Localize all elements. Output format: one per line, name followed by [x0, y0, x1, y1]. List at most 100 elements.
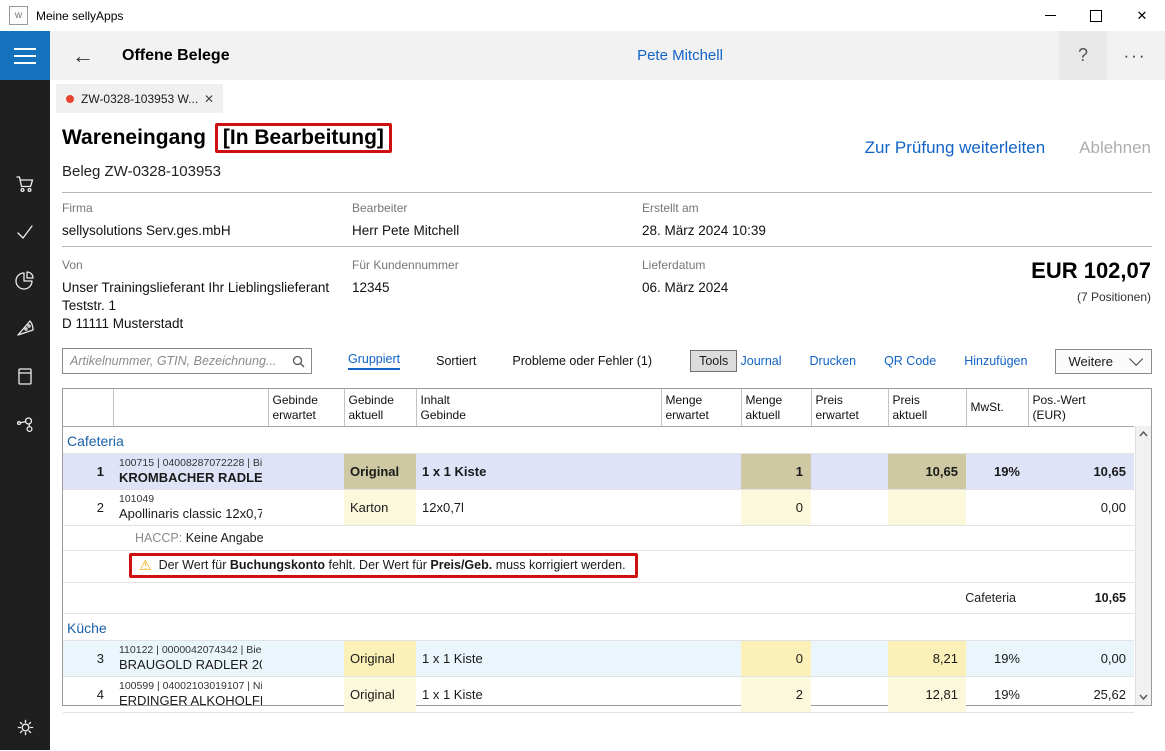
preis-aktuell-cell[interactable]: 10,65	[888, 454, 966, 490]
add-link[interactable]: Hinzufügen	[964, 354, 1027, 368]
tab-strip: ZW-0328-103953 W... ✕	[50, 80, 1165, 113]
field-von: Von Unser Trainingslieferant Ihr Lieblin…	[62, 258, 352, 333]
pos-wert-cell: 10,65	[1028, 454, 1134, 490]
gebinde-erwartet-cell	[268, 641, 344, 677]
tab-close-icon[interactable]: ✕	[204, 92, 214, 106]
field-kundennummer: Für Kundennummer 12345	[352, 258, 642, 333]
menge-aktuell-cell[interactable]: 0	[741, 490, 811, 526]
hamburger-menu-button[interactable]	[0, 31, 50, 80]
menge-aktuell-cell[interactable]: 1	[741, 454, 811, 490]
journal-link[interactable]: Journal	[741, 354, 782, 368]
header-more-button[interactable]: ···	[1113, 31, 1157, 80]
column-header: Menge erwartet	[661, 389, 741, 427]
qr-code-link[interactable]: QR Code	[884, 354, 936, 368]
user-menu[interactable]: Pete Mitchell	[585, 47, 775, 64]
preis-aktuell-cell[interactable]	[888, 490, 966, 526]
table-row[interactable]: 2101049Apollinaris classic 12x0,7l...Kar…	[63, 490, 1134, 526]
reject-link[interactable]: Ablehnen	[1079, 138, 1151, 158]
article-cell[interactable]: 100715 | 04008287072228 | Bier...KROMBAC…	[113, 454, 268, 490]
pos-wert-cell: 25,62	[1028, 677, 1134, 713]
close-icon: ✕	[1137, 9, 1148, 22]
scroll-down-icon[interactable]	[1136, 689, 1151, 705]
vertical-scrollbar[interactable]	[1135, 426, 1151, 705]
inhalt-cell: 1 x 1 Kiste	[416, 677, 661, 713]
app-header: ← Offene Belege Pete Mitchell ? ···	[50, 31, 1165, 80]
article-cell[interactable]: 101049Apollinaris classic 12x0,7l...	[113, 490, 268, 526]
subtotal-value: 10,65	[1028, 583, 1134, 614]
filter-problems[interactable]: Probleme oder Fehler (1)	[512, 354, 652, 368]
preis-aktuell-cell[interactable]: 12,81	[888, 677, 966, 713]
maximize-icon	[1090, 10, 1102, 22]
more-dropdown-label: Weitere	[1068, 354, 1113, 369]
inhalt-cell: 1 x 1 Kiste	[416, 454, 661, 490]
app-window-icon: w	[9, 6, 28, 25]
preis-erwartet-cell	[811, 641, 888, 677]
row-number: 1	[63, 454, 113, 490]
column-header	[113, 389, 268, 427]
status-badge: [In Bearbeitung]	[215, 123, 392, 153]
gebinde-aktuell-cell[interactable]: Karton	[344, 490, 416, 526]
document-title: Wareneingang	[62, 126, 206, 150]
gebinde-aktuell-cell[interactable]: Original	[344, 641, 416, 677]
forward-review-link[interactable]: Zur Prüfung weiterleiten	[865, 138, 1045, 158]
menge-erwartet-cell	[661, 454, 741, 490]
minimize-button[interactable]	[1027, 0, 1073, 31]
tools-button[interactable]: Tools	[690, 350, 737, 372]
cart-icon[interactable]	[0, 160, 50, 208]
gebinde-aktuell-cell[interactable]: Original	[344, 454, 416, 490]
book-icon[interactable]	[0, 352, 50, 400]
pie-chart-icon[interactable]	[0, 256, 50, 304]
mwst-cell	[966, 490, 1028, 526]
checkmark-icon[interactable]	[0, 208, 50, 256]
tab-label: ZW-0328-103953 W...	[81, 92, 198, 106]
more-dropdown-button[interactable]: Weitere	[1055, 349, 1152, 374]
filter-grouped[interactable]: Gruppiert	[348, 352, 400, 370]
gear-icon[interactable]	[0, 703, 50, 751]
total-amount: EUR 102,07	[1031, 258, 1151, 284]
table-row[interactable]: 4100599 | 04002103019107 | Nich...ERDING…	[63, 677, 1134, 713]
filter-sorted[interactable]: Sortiert	[436, 354, 476, 368]
search-box[interactable]	[62, 348, 312, 374]
group-header-row: Küche	[63, 614, 1134, 641]
back-button[interactable]: ←	[72, 45, 94, 67]
gebinde-erwartet-cell	[268, 490, 344, 526]
window-title: Meine sellyApps	[36, 9, 123, 23]
menge-erwartet-cell	[661, 641, 741, 677]
document-number: Beleg ZW-0328-103953	[62, 163, 221, 180]
pos-wert-cell: 0,00	[1028, 490, 1134, 526]
menge-erwartet-cell	[661, 677, 741, 713]
gebinde-aktuell-cell[interactable]: Original	[344, 677, 416, 713]
menge-aktuell-cell[interactable]: 0	[741, 641, 811, 677]
menge-aktuell-cell[interactable]: 2	[741, 677, 811, 713]
position-count: (7 Positionen)	[1031, 290, 1151, 304]
column-header: Preis erwartet	[811, 389, 888, 427]
group-header-row: Cafeteria	[63, 427, 1134, 454]
article-cell[interactable]: 100599 | 04002103019107 | Nich...ERDINGE…	[113, 677, 268, 713]
network-icon[interactable]	[0, 400, 50, 448]
help-button[interactable]: ?	[1059, 31, 1107, 80]
unsaved-dot-icon	[66, 95, 74, 103]
haccp-note: HACCP: Keine Angabe	[113, 526, 1134, 551]
preis-aktuell-cell[interactable]: 8,21	[888, 641, 966, 677]
scroll-up-icon[interactable]	[1136, 426, 1151, 442]
table-row[interactable]: 1100715 | 04008287072228 | Bier...KROMBA…	[63, 454, 1134, 490]
pizza-icon[interactable]	[0, 304, 50, 352]
haccp-note-row: HACCP: Keine Angabe	[63, 526, 1134, 551]
column-header: Preis aktuell	[888, 389, 966, 427]
maximize-button[interactable]	[1073, 0, 1119, 31]
document-tab[interactable]: ZW-0328-103953 W... ✕	[56, 84, 223, 113]
preis-erwartet-cell	[811, 677, 888, 713]
table-row[interactable]: 3110122 | 0000042074342 | Bier...BRAUGOL…	[63, 641, 1134, 677]
row-number: 3	[63, 641, 113, 677]
group-name: Cafeteria	[63, 427, 1134, 454]
close-button[interactable]: ✕	[1119, 0, 1165, 31]
group-name: Küche	[63, 614, 1134, 641]
print-link[interactable]: Drucken	[810, 354, 857, 368]
field-row-1: Firma sellysolutions Serv.ges.mbH Bearbe…	[62, 201, 962, 240]
column-header: Gebinde erwartet	[268, 389, 344, 427]
search-icon[interactable]	[292, 355, 305, 368]
search-input[interactable]	[63, 354, 292, 368]
mwst-cell: 19%	[966, 677, 1028, 713]
article-cell[interactable]: 110122 | 0000042074342 | Bier...BRAUGOLD…	[113, 641, 268, 677]
column-header: Gebinde aktuell	[344, 389, 416, 427]
